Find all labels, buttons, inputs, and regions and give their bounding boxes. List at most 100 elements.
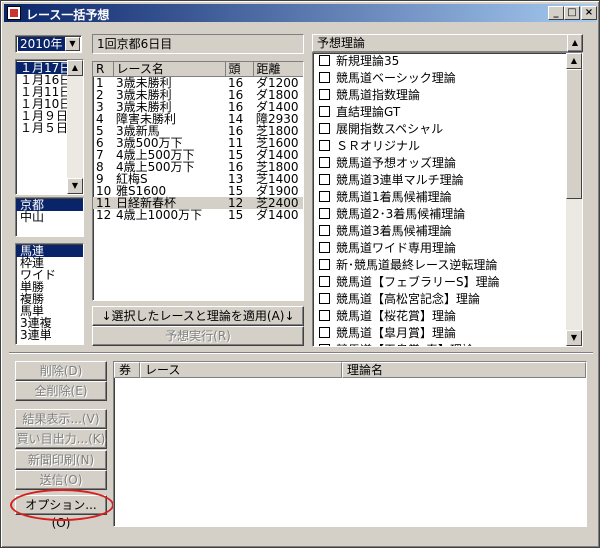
theory-list-item[interactable]: 直結理論GT — [313, 104, 582, 121]
table-row[interactable]: 3 3歳未勝利 16 ダ1400 — [93, 101, 303, 113]
theory-list-item[interactable]: 競馬道【フェブラリーS】理論 — [313, 274, 582, 291]
theory-list-item[interactable]: 展開指数スペシャル — [313, 121, 582, 138]
checkbox[interactable] — [319, 344, 330, 346]
window-title: レース一括予想 — [26, 8, 110, 22]
scroll-thumb[interactable] — [566, 69, 582, 199]
venue-list[interactable]: 京都 中山 — [15, 197, 84, 237]
race-cell: 障2930 — [256, 111, 299, 126]
theory-list-item[interactable]: 競馬道1着馬候補理論 — [313, 189, 582, 206]
race-col-header-name[interactable]: レース名 — [113, 62, 226, 77]
checkbox[interactable] — [319, 225, 330, 236]
close-button[interactable]: × — [581, 6, 597, 20]
table-row[interactable]: 1 3歳未勝利 16 ダ1200 — [93, 76, 303, 89]
checkbox[interactable] — [319, 89, 330, 100]
run-prediction-button[interactable]: 予想実行(R) — [92, 326, 304, 346]
results-col-header-ticket[interactable]: 券 — [114, 362, 140, 378]
table-row[interactable]: 9 紅梅S 13 芝1400 — [93, 173, 303, 185]
newspaper-print-button[interactable]: 新聞印刷(N) — [15, 450, 107, 470]
theory-list-item[interactable]: 新規理論35 — [313, 53, 582, 70]
race-cell: 15 — [228, 183, 244, 198]
theory-list[interactable]: 新規理論35 競馬道ベーシック理論 競馬道指数理論 直結理論GT 展開指数スペシャル ＳＲ… — [312, 52, 583, 347]
theory-list-item[interactable]: 競馬道3連単マルチ理論 — [313, 172, 582, 189]
buy-output-button[interactable]: 買い目出力...(K) — [15, 429, 107, 449]
checkbox[interactable] — [319, 123, 330, 134]
checkbox[interactable] — [319, 293, 330, 304]
results-col-header-race[interactable]: レース — [140, 362, 342, 378]
race-col-header-count[interactable]: 頭 — [225, 62, 254, 77]
theory-list-item[interactable]: ＳＲオリジナル — [313, 138, 582, 155]
theory-list-item[interactable]: 競馬道【天皇賞･春】理論 — [313, 342, 582, 346]
show-results-button[interactable]: 結果表示...(V) — [15, 409, 107, 429]
race-col-header-r[interactable]: R — [93, 62, 114, 77]
theory-list-item[interactable]: 競馬道ワイド専用理論 — [313, 240, 582, 257]
theory-list-item[interactable]: 競馬道【高松宮記念】理論 — [313, 291, 582, 308]
checkbox[interactable] — [319, 310, 330, 321]
bet-type-list[interactable]: 馬連 枠連 ワイド 単勝 複勝 馬単 3連複 3連単 — [15, 243, 84, 345]
theory-panel-header: 予想理論 — [312, 34, 583, 52]
table-row[interactable]: 7 4歳上500万下 15 ダ1400 — [93, 149, 303, 161]
theory-label: 直結理論GT — [336, 105, 401, 119]
minimize-button[interactable]: _ — [548, 6, 564, 20]
race-cell: 16 — [228, 87, 244, 102]
theory-list-item[interactable]: 競馬道【皐月賞】理論 — [313, 325, 582, 342]
maximize-button[interactable]: □ — [564, 6, 580, 20]
theory-list-scrollbar[interactable]: ▲ ▼ — [566, 53, 582, 346]
theory-list-item[interactable]: 競馬道指数理論 — [313, 87, 582, 104]
race-cell: ダ1400 — [256, 99, 299, 114]
bet-type-list-item[interactable]: 3連単 — [16, 329, 83, 341]
table-row[interactable]: 5 3歳新馬 16 芝1800 — [93, 125, 303, 137]
race-cell: 6 — [96, 135, 104, 150]
theory-list-item[interactable]: 競馬道2･3着馬候補理論 — [313, 206, 582, 223]
chevron-down-icon[interactable]: ▼ — [65, 37, 80, 51]
apply-button[interactable]: ↓選択したレースと理論を適用(A)↓ — [92, 306, 304, 326]
checkbox[interactable] — [319, 157, 330, 168]
checkbox[interactable] — [319, 191, 330, 202]
scroll-up-icon[interactable]: ▲ — [566, 53, 582, 69]
race-col-header-distance[interactable]: 距離 — [253, 62, 303, 77]
table-row[interactable]: 10 雅S1600 15 ダ1900 — [93, 185, 303, 197]
scroll-up-icon[interactable]: ▲ — [67, 60, 83, 76]
theory-label: 競馬道指数理論 — [336, 88, 421, 102]
checkbox[interactable] — [319, 208, 330, 219]
results-col-header-theory[interactable]: 理論名 — [342, 362, 586, 378]
checkbox[interactable] — [319, 327, 330, 338]
year-select[interactable]: 2010年 ▼ — [15, 35, 82, 53]
scroll-down-icon[interactable]: ▼ — [67, 178, 83, 194]
theory-list-item[interactable]: 競馬道ベーシック理論 — [313, 70, 582, 87]
checkbox[interactable] — [319, 174, 330, 185]
checkbox[interactable] — [319, 55, 330, 66]
theory-list-item[interactable]: 新･競馬道最終レース逆転理論 — [313, 257, 582, 274]
table-row[interactable]: 11 日経新春杯 12 芝2400 — [93, 196, 303, 209]
delete-button[interactable]: 削除(D) — [15, 361, 107, 381]
divider — [9, 352, 593, 354]
table-row[interactable]: 12 4歳上1000万下 15 ダ1400 — [93, 209, 303, 221]
send-button[interactable]: 送信(O) — [15, 470, 107, 490]
title-bar[interactable]: レース一括予想 _ □ × — [4, 4, 597, 22]
table-row[interactable]: 2 3歳未勝利 16 ダ1800 — [93, 89, 303, 101]
race-cell: 4 — [96, 111, 104, 126]
date-list[interactable]: １月17日 １月16日 １月11日 １月10日 １月９日 １月５日 ▲ ▼ — [15, 59, 84, 195]
theory-list-item[interactable]: 競馬道予想オッズ理論 — [313, 155, 582, 172]
checkbox[interactable] — [319, 276, 330, 287]
checkbox[interactable] — [319, 140, 330, 151]
table-row[interactable]: 8 4歳上500万下 16 芝1800 — [93, 161, 303, 173]
table-row[interactable]: 4 障害未勝利 14 障2930 — [93, 113, 303, 125]
race-list[interactable]: R レース名 頭 距離 1 3歳未勝利 16 ダ1200 2 3歳未勝利 16 ダ1800 3 3… — [92, 61, 304, 301]
table-row[interactable]: 6 3歳500万下 11 芝1600 — [93, 137, 303, 149]
theory-list-item[interactable]: 競馬道3着馬候補理論 — [313, 223, 582, 240]
checkbox[interactable] — [319, 242, 330, 253]
date-list-scrollbar[interactable]: ▲ ▼ — [67, 60, 83, 194]
theory-list-item[interactable]: 競馬道【桜花賞】理論 — [313, 308, 582, 325]
scroll-down-icon[interactable]: ▼ — [566, 330, 582, 346]
race-cell: 日経新春杯 — [113, 196, 225, 209]
race-cell: 芝2400 — [253, 196, 303, 209]
delete-all-button[interactable]: 全削除(E) — [15, 381, 107, 401]
checkbox[interactable] — [319, 259, 330, 270]
theory-label: 新規理論35 — [336, 54, 400, 68]
results-list[interactable]: 券 レース 理論名 — [113, 361, 587, 527]
checkbox[interactable] — [319, 72, 330, 83]
year-select-value: 2010年 — [18, 37, 65, 51]
checkbox[interactable] — [319, 106, 330, 117]
venue-list-item[interactable]: 中山 — [16, 211, 83, 223]
theory-header-arrow-icon[interactable]: ▲ — [567, 34, 583, 52]
